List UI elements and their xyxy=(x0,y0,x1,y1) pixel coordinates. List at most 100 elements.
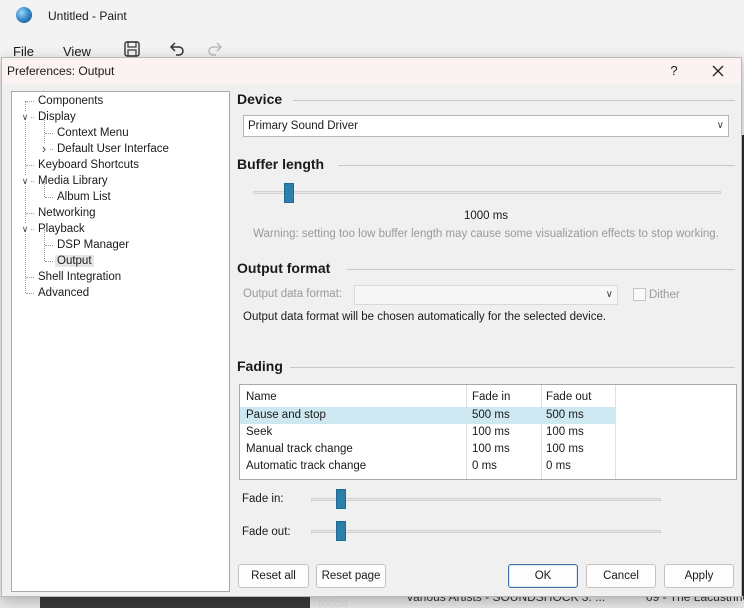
paint-app-icon xyxy=(16,7,32,23)
buffer-length-slider-thumb[interactable] xyxy=(283,183,294,203)
redo-icon[interactable] xyxy=(206,40,224,58)
fading-cell-fade-out: 100 ms xyxy=(546,443,584,455)
paint-menubar: File View xyxy=(0,34,744,59)
save-icon[interactable] xyxy=(123,40,141,58)
fade-out-slider-thumb[interactable] xyxy=(335,521,346,541)
tree-item-label: Playback xyxy=(38,223,85,235)
reset-page-button[interactable]: Reset page xyxy=(316,564,386,588)
tree-item-label: Media Library xyxy=(38,175,108,187)
background-text-fooba: fooba xyxy=(318,596,349,608)
dither-checkbox[interactable] xyxy=(633,288,646,301)
fade-out-label: Fade out: xyxy=(242,526,291,538)
buffer-length-value: 1000 ms xyxy=(463,210,509,222)
undo-icon[interactable] xyxy=(168,40,186,58)
preferences-dialog: Preferences: Output ? Components Display ∨… xyxy=(1,57,742,597)
tree-item-label: DSP Manager xyxy=(57,239,130,251)
tree-item-keyboard-shortcuts[interactable]: Keyboard Shortcuts xyxy=(36,157,141,173)
apply-button[interactable]: Apply xyxy=(664,564,734,588)
tree-item-label: Context Menu xyxy=(57,127,129,139)
cancel-button[interactable]: Cancel xyxy=(586,564,656,588)
device-divider xyxy=(293,100,735,101)
fading-cell-fade-in: 100 ms xyxy=(472,426,510,438)
table-row[interactable]: Seek 100 ms 100 ms xyxy=(240,424,616,441)
fading-cell-name: Seek xyxy=(246,426,273,438)
output-data-format-label: Output data format: xyxy=(243,288,343,300)
tree-item-shell-integration[interactable]: Shell Integration xyxy=(36,269,123,285)
tree-connector xyxy=(45,261,53,262)
fading-cell-fade-in: 500 ms xyxy=(472,409,510,421)
tree-item-context-menu[interactable]: Context Menu xyxy=(55,125,131,141)
fading-cell-fade-out: 100 ms xyxy=(546,426,584,438)
output-format-note: Output data format will be chosen automa… xyxy=(243,311,607,323)
fading-heading: Fading xyxy=(237,358,283,374)
close-icon[interactable] xyxy=(706,60,730,82)
tree-item-output[interactable]: Output xyxy=(55,253,94,269)
fading-header-fade-out[interactable]: Fade out xyxy=(546,391,591,403)
fading-cell-fade-out: 0 ms xyxy=(546,460,571,472)
buffer-length-warning: Warning: setting too low buffer length m… xyxy=(253,228,719,240)
fading-cell-name: Pause and stop xyxy=(246,409,326,421)
chevron-down-icon: ∨ xyxy=(716,120,724,131)
tree-connector xyxy=(26,213,34,214)
fade-in-label: Fade in: xyxy=(242,493,284,505)
ok-button[interactable]: OK xyxy=(508,564,578,588)
tree-item-album-list[interactable]: Album List xyxy=(55,189,113,205)
tree-item-media-library[interactable]: Media Library xyxy=(36,173,110,189)
tree-connector xyxy=(26,293,34,294)
reset-all-button[interactable]: Reset all xyxy=(238,564,309,588)
table-row[interactable]: Pause and stop 500 ms 500 ms xyxy=(240,407,616,424)
chevron-down-icon[interactable]: ∨ xyxy=(20,224,30,234)
fading-cell-name: Automatic track change xyxy=(246,460,367,472)
tree-item-networking[interactable]: Networking xyxy=(36,205,98,221)
tree-item-label: Display xyxy=(38,111,76,123)
tree-item-playback[interactable]: Playback xyxy=(36,221,87,237)
tree-connector xyxy=(45,245,53,246)
tree-item-label: Components xyxy=(38,95,104,107)
tree-item-dsp-manager[interactable]: DSP Manager xyxy=(55,237,131,253)
tree-item-display[interactable]: Display xyxy=(36,109,78,125)
help-button[interactable]: ? xyxy=(664,61,684,81)
fade-out-slider-track[interactable] xyxy=(311,530,661,533)
tree-item-label: Default User Interface xyxy=(57,143,169,155)
fading-header-name[interactable]: Name xyxy=(246,391,277,403)
fade-in-slider-track[interactable] xyxy=(311,498,661,501)
tree-connector xyxy=(26,277,34,278)
fade-in-slider-thumb[interactable] xyxy=(335,489,346,509)
chevron-down-icon[interactable]: ∨ xyxy=(20,176,30,186)
chevron-right-icon[interactable]: › xyxy=(39,142,49,155)
table-row[interactable]: Manual track change 100 ms 100 ms xyxy=(240,441,616,458)
tree-item-default-user-interface[interactable]: Default User Interface xyxy=(55,141,171,157)
fading-divider xyxy=(290,367,735,368)
buffer-length-divider xyxy=(338,165,735,166)
table-row[interactable]: Automatic track change 0 ms 0 ms xyxy=(240,458,616,475)
paint-titlebar: Untitled - Paint xyxy=(0,0,744,34)
chevron-down-icon: ∨ xyxy=(605,289,613,300)
output-format-divider xyxy=(347,269,735,270)
tree-item-label: Album List xyxy=(57,191,111,203)
tree-connector xyxy=(26,101,34,102)
buffer-length-heading: Buffer length xyxy=(237,156,325,172)
tree-item-label: Keyboard Shortcuts xyxy=(38,159,140,171)
tree-connector xyxy=(26,165,34,166)
buffer-length-slider-track[interactable] xyxy=(253,191,721,194)
preferences-tree[interactable]: Components Display ∨ Context Menu Default Us… xyxy=(11,91,230,592)
dialog-title: Preferences: Output xyxy=(7,64,115,78)
background-dark-panel xyxy=(40,596,310,608)
dialog-titlebar: Preferences: Output ? xyxy=(2,58,741,84)
device-select[interactable]: Primary Sound Driver ∨ xyxy=(243,115,729,137)
fading-cell-fade-out: 500 ms xyxy=(546,409,584,421)
tree-item-label: Output xyxy=(55,255,94,267)
output-data-format-select[interactable]: ∨ xyxy=(354,285,618,305)
device-heading: Device xyxy=(237,91,283,107)
tree-item-components[interactable]: Components xyxy=(36,93,105,109)
fading-cell-name: Manual track change xyxy=(246,443,353,455)
fading-header-fade-in[interactable]: Fade in xyxy=(472,391,510,403)
tree-item-advanced[interactable]: Advanced xyxy=(36,285,91,301)
paint-window-title: Untitled - Paint xyxy=(48,9,127,23)
fading-table[interactable]: Name Fade in Fade out Pause and stop 500 … xyxy=(239,384,737,480)
tree-connector xyxy=(45,197,53,198)
tree-item-label: Advanced xyxy=(38,287,90,299)
tree-item-label: Shell Integration xyxy=(38,271,122,283)
fading-cell-fade-in: 0 ms xyxy=(472,460,497,472)
chevron-down-icon[interactable]: ∨ xyxy=(20,112,30,122)
